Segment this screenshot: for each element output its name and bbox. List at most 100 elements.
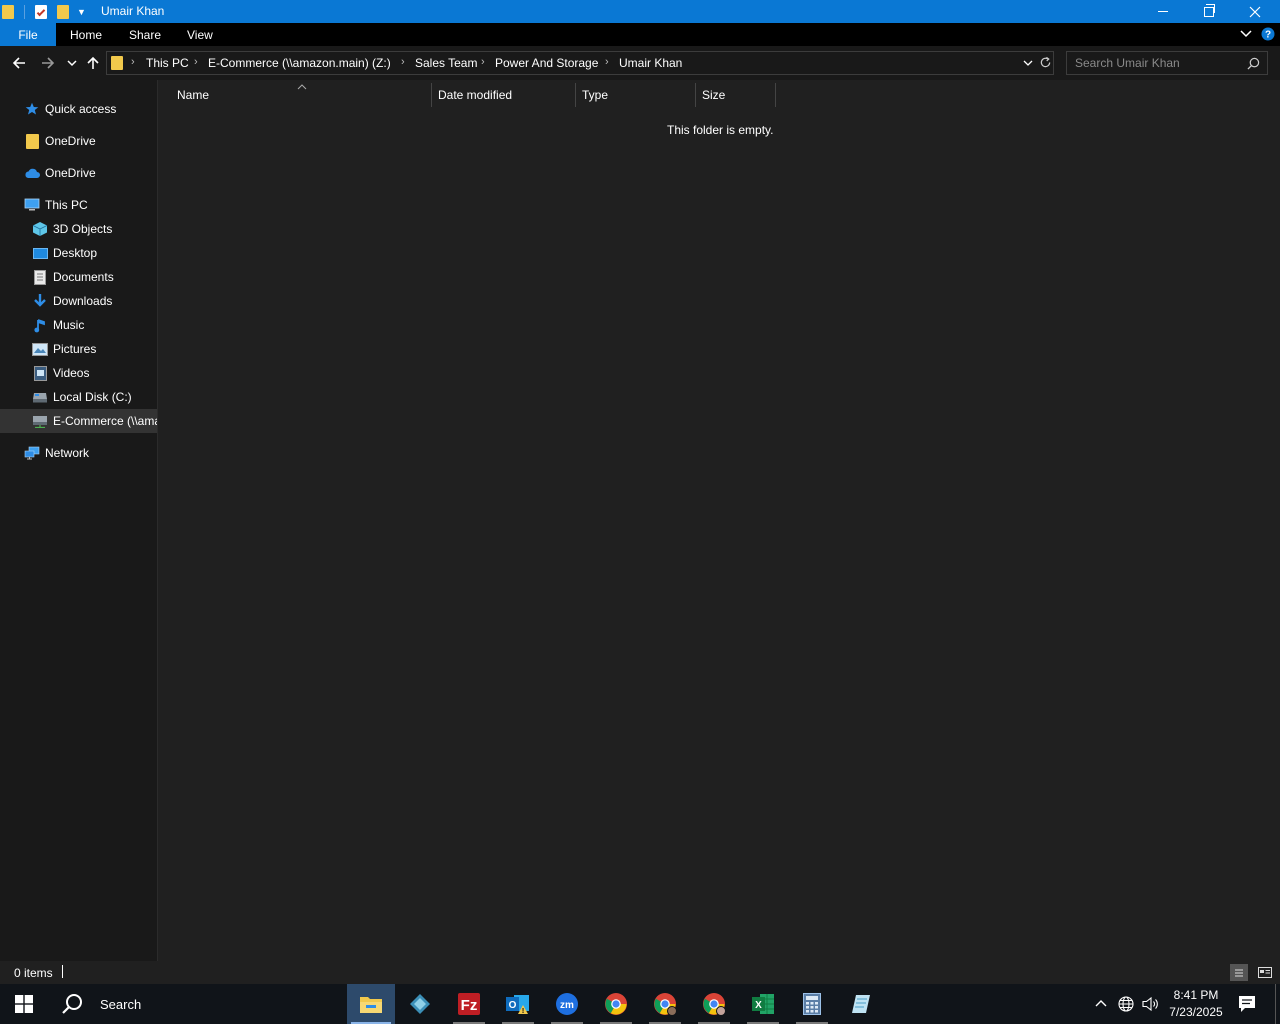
column-header-name[interactable]: Name xyxy=(171,83,432,107)
sidebar-item-local-disk[interactable]: Local Disk (C:) xyxy=(32,385,132,409)
customize-toolbar-icon[interactable]: ▼ xyxy=(77,7,87,17)
tab-share[interactable]: Share xyxy=(129,28,161,42)
large-icons-view-button[interactable] xyxy=(1256,964,1274,981)
taskbar-search[interactable]: Search xyxy=(48,984,346,1024)
sidebar-item-pictures[interactable]: Pictures xyxy=(32,337,96,361)
clock-date: 7/23/2025 xyxy=(1169,1005,1223,1019)
show-hidden-icons-button[interactable] xyxy=(1094,996,1108,1013)
clock[interactable]: 8:41 PM 7/23/2025 xyxy=(1164,986,1228,1022)
breadcrumb-sales-team[interactable]: Sales Team xyxy=(415,56,477,70)
breadcrumb-umair-khan[interactable]: Umair Khan xyxy=(619,56,682,70)
empty-folder-message: This folder is empty. xyxy=(667,123,774,137)
sidebar-item-label: 3D Objects xyxy=(53,222,113,236)
column-header-size[interactable]: Size xyxy=(696,83,776,107)
chevron-up-icon xyxy=(1095,1000,1107,1007)
sidebar-item-downloads[interactable]: Downloads xyxy=(32,289,112,313)
divider xyxy=(62,965,63,978)
up-button[interactable] xyxy=(84,54,102,72)
breadcrumb-e-commerce[interactable]: E-Commerce (\\amazon.main) (Z:) xyxy=(208,56,391,70)
sidebar-item-e-commerce[interactable]: E-Commerce (\\amazon.main) (Z:) xyxy=(0,409,157,433)
sidebar-item-this-pc[interactable]: This PC xyxy=(24,193,88,217)
navigation-pane: Quick access OneDrive OneDrive This PC 3… xyxy=(0,80,158,961)
video-icon xyxy=(32,365,48,381)
properties-icon[interactable] xyxy=(35,4,47,19)
chrome-icon xyxy=(605,993,627,1015)
sidebar-item-3d-objects[interactable]: 3D Objects xyxy=(32,217,112,241)
new-folder-icon[interactable] xyxy=(57,4,69,19)
close-button[interactable] xyxy=(1232,0,1278,23)
address-bar[interactable]: › This PC › E-Commerce (\\amazon.main) (… xyxy=(106,51,1054,75)
chrome-icon xyxy=(703,993,726,1016)
chrome-icon xyxy=(654,993,677,1016)
sidebar-item-quick-access[interactable]: Quick access xyxy=(24,97,116,121)
start-button[interactable] xyxy=(0,984,48,1024)
sidebar-item-documents[interactable]: Documents xyxy=(32,265,114,289)
search-icon xyxy=(1247,57,1260,73)
taskbar-calculator[interactable] xyxy=(788,984,836,1024)
back-button[interactable] xyxy=(10,54,28,72)
help-icon: ? xyxy=(1261,27,1275,41)
chevron-down-icon xyxy=(1240,30,1252,38)
tab-home[interactable]: Home xyxy=(70,28,102,42)
breadcrumb-power-and-storage[interactable]: Power And Storage xyxy=(495,56,598,70)
taskbar-app-diamond[interactable] xyxy=(396,984,444,1024)
svg-text:?: ? xyxy=(1265,30,1271,41)
sidebar-item-videos[interactable]: Videos xyxy=(32,361,89,385)
taskbar-notepad[interactable] xyxy=(837,984,885,1024)
volume-button[interactable] xyxy=(1142,996,1160,1015)
taskbar-chrome-profile-2[interactable] xyxy=(641,984,689,1024)
address-history-button[interactable] xyxy=(1023,57,1033,71)
restore-button[interactable] xyxy=(1186,0,1232,23)
search-box[interactable] xyxy=(1066,51,1268,75)
refresh-button[interactable] xyxy=(1039,56,1052,72)
taskbar-filezilla[interactable]: Fz xyxy=(445,984,493,1024)
sidebar-item-desktop[interactable]: Desktop xyxy=(32,241,97,265)
file-explorer-icon xyxy=(360,997,382,1013)
star-icon xyxy=(24,101,40,117)
search-input[interactable] xyxy=(1067,52,1237,74)
notepad-icon xyxy=(852,995,870,1013)
minimize-button[interactable] xyxy=(1140,0,1186,23)
sidebar-item-network[interactable]: Network xyxy=(24,441,89,465)
taskbar-chrome-profile-3[interactable] xyxy=(690,984,738,1024)
taskbar-zoom[interactable]: zm xyxy=(543,984,591,1024)
arrow-right-icon xyxy=(42,57,55,69)
sidebar-item-label: This PC xyxy=(45,198,88,212)
notifications-button[interactable] xyxy=(1238,995,1256,1016)
excel-icon: X xyxy=(752,994,774,1014)
sidebar-item-music[interactable]: Music xyxy=(32,313,84,337)
taskbar-excel[interactable]: X xyxy=(739,984,787,1024)
recent-locations-button[interactable] xyxy=(63,54,81,72)
column-header-type[interactable]: Type xyxy=(576,83,696,107)
clock-time: 8:41 PM xyxy=(1173,988,1219,1002)
network-status-button[interactable] xyxy=(1118,996,1134,1015)
breadcrumb-this-pc[interactable]: This PC xyxy=(146,56,189,70)
sidebar-item-onedrive[interactable]: OneDrive xyxy=(24,161,96,185)
sidebar-item-label: Downloads xyxy=(53,294,113,308)
svg-text:Fz: Fz xyxy=(461,997,478,1014)
desktop-icon xyxy=(32,245,48,261)
tab-view[interactable]: View xyxy=(187,28,213,42)
breadcrumb-separator: › xyxy=(481,56,485,68)
column-header-date-modified[interactable]: Date modified xyxy=(432,83,576,107)
folder-icon xyxy=(24,133,40,149)
details-view-button[interactable] xyxy=(1230,964,1248,981)
restore-icon xyxy=(1204,3,1215,17)
file-list-view[interactable]: Name Date modified Type Size This folder… xyxy=(159,80,1280,961)
tab-file[interactable]: File xyxy=(0,23,56,46)
sidebar-item-onedrive-folder[interactable]: OneDrive xyxy=(24,129,96,153)
svg-text:O: O xyxy=(509,1000,517,1011)
forward-button[interactable] xyxy=(39,54,57,72)
notification-icon xyxy=(1239,996,1255,1012)
zoom-icon: zm xyxy=(556,993,578,1015)
sidebar-item-label: Quick access xyxy=(45,102,117,116)
taskbar-file-explorer[interactable] xyxy=(347,984,395,1024)
taskbar-chrome[interactable] xyxy=(592,984,640,1024)
taskbar-outlook[interactable]: O! xyxy=(494,984,542,1024)
status-bar: 0 items xyxy=(0,961,1280,984)
show-desktop-button[interactable] xyxy=(1275,984,1280,1024)
pictures-icon xyxy=(32,341,48,357)
help-button[interactable]: ? xyxy=(1261,27,1275,44)
document-icon xyxy=(32,269,48,285)
expand-ribbon-button[interactable] xyxy=(1239,27,1253,44)
